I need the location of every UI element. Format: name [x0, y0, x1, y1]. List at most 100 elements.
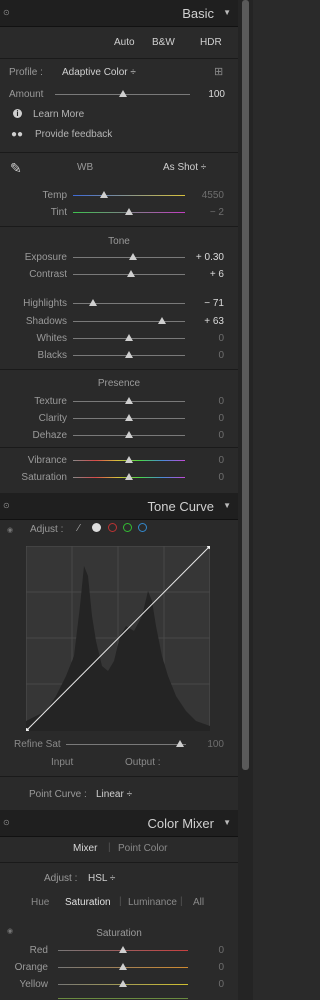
- panel-scrollbar[interactable]: [238, 0, 253, 1000]
- profile-label: Profile :: [9, 67, 43, 78]
- eye-icon[interactable]: ⊙: [3, 818, 10, 827]
- shadows-thumb[interactable]: [158, 317, 166, 324]
- contrast-value[interactable]: + 6: [190, 269, 224, 280]
- tone-heading: Tone: [108, 236, 130, 247]
- parametric-curve-icon[interactable]: ⁄: [78, 523, 80, 534]
- bw-button[interactable]: B&W: [152, 37, 175, 48]
- refine-sat-value[interactable]: 100: [190, 739, 224, 750]
- amount-value[interactable]: 100: [191, 89, 225, 100]
- highlights-label: Highlights: [23, 298, 67, 309]
- learn-more-link[interactable]: Learn More: [33, 109, 84, 120]
- texture-value[interactable]: 0: [190, 396, 224, 407]
- basic-panel-header[interactable]: ⊙ Basic ▼: [0, 0, 238, 27]
- tab-hue[interactable]: Hue: [31, 897, 49, 908]
- blacks-value[interactable]: 0: [190, 350, 224, 361]
- clarity-thumb[interactable]: [125, 414, 133, 421]
- vibrance-thumb[interactable]: [125, 456, 133, 463]
- yellow-value[interactable]: 0: [190, 979, 224, 990]
- dehaze-thumb[interactable]: [125, 431, 133, 438]
- input-label: Input: [51, 757, 74, 768]
- blacks-label: Blacks: [37, 350, 67, 361]
- green-slider[interactable]: [58, 998, 188, 999]
- highlights-value[interactable]: − 71: [190, 298, 224, 309]
- tab-all[interactable]: All: [193, 897, 204, 908]
- collapse-triangle-icon[interactable]: ▼: [223, 818, 231, 827]
- texture-thumb[interactable]: [125, 397, 133, 404]
- yellow-label: Yellow: [19, 979, 48, 990]
- clarity-value[interactable]: 0: [190, 413, 224, 424]
- tint-thumb[interactable]: [125, 208, 133, 215]
- saturation-heading: Saturation: [96, 928, 142, 939]
- tint-value[interactable]: − 2: [190, 207, 224, 218]
- orange-thumb[interactable]: [119, 963, 127, 970]
- amount-thumb[interactable]: [119, 90, 127, 97]
- texture-label: Texture: [34, 396, 67, 407]
- saturation-thumb[interactable]: [125, 473, 133, 480]
- tab-saturation[interactable]: Saturation: [65, 897, 111, 908]
- red-channel-icon[interactable]: [108, 523, 117, 532]
- point-curve-rgb-icon[interactable]: [92, 523, 101, 532]
- basic-title: Basic: [182, 6, 214, 21]
- vibrance-value[interactable]: 0: [190, 455, 224, 466]
- dehaze-value[interactable]: 0: [190, 430, 224, 441]
- temp-thumb[interactable]: [100, 191, 108, 198]
- wb-select[interactable]: As Shot ÷: [163, 162, 206, 173]
- color-mixer-title: Color Mixer: [147, 816, 214, 831]
- mixer-adjust-label: Adjust :: [44, 873, 78, 884]
- red-thumb[interactable]: [119, 946, 127, 953]
- wb-label: WB: [77, 162, 94, 173]
- exposure-thumb[interactable]: [129, 253, 137, 260]
- tab-mixer[interactable]: Mixer: [73, 843, 97, 854]
- hdr-button[interactable]: HDR: [200, 37, 222, 48]
- scrollbar-thumb[interactable]: [242, 0, 249, 770]
- shadows-slider[interactable]: [73, 321, 185, 322]
- feedback-icon: ●●: [11, 129, 24, 140]
- eye-icon[interactable]: ⊙: [3, 8, 10, 17]
- tab-point-color[interactable]: Point Color: [118, 843, 167, 854]
- green-channel-icon[interactable]: [123, 523, 132, 532]
- provide-feedback-link[interactable]: Provide feedback: [35, 129, 112, 140]
- tab-luminance[interactable]: Luminance: [128, 897, 177, 908]
- temp-slider[interactable]: [73, 195, 185, 196]
- target-adjust-icon[interactable]: ◉: [7, 526, 13, 534]
- blue-channel-icon[interactable]: [138, 523, 147, 532]
- orange-value[interactable]: 0: [190, 962, 224, 973]
- whites-thumb[interactable]: [125, 334, 133, 341]
- profile-browser-icon[interactable]: ⊞: [214, 65, 223, 78]
- temp-value[interactable]: 4550: [190, 190, 224, 201]
- tint-label: Tint: [50, 207, 67, 218]
- highlights-thumb[interactable]: [89, 299, 97, 306]
- eye-icon[interactable]: ⊙: [3, 501, 10, 510]
- presence-heading: Presence: [97, 378, 141, 389]
- profile-select[interactable]: Adaptive Color ÷: [62, 67, 136, 78]
- refine-sat-thumb[interactable]: [176, 740, 184, 747]
- auto-button[interactable]: Auto: [114, 37, 135, 48]
- contrast-thumb[interactable]: [127, 270, 135, 277]
- output-label: Output :: [125, 757, 161, 768]
- vibrance-label: Vibrance: [27, 455, 67, 466]
- point-curve-select[interactable]: Linear ÷: [96, 789, 132, 800]
- exposure-value[interactable]: + 0.30: [190, 252, 224, 263]
- dehaze-label: Dehaze: [32, 430, 67, 441]
- yellow-thumb[interactable]: [119, 980, 127, 987]
- tone-curve-panel-header[interactable]: ⊙ Tone Curve ▼: [0, 493, 238, 520]
- exposure-label: Exposure: [24, 252, 67, 263]
- color-mixer-panel-header[interactable]: ⊙ Color Mixer ▼: [0, 810, 238, 837]
- whites-value[interactable]: 0: [190, 333, 224, 344]
- collapse-triangle-icon[interactable]: ▼: [223, 501, 231, 510]
- refine-sat-slider[interactable]: [66, 744, 186, 745]
- shadows-value[interactable]: + 63: [190, 316, 224, 327]
- whites-label: Whites: [36, 333, 67, 344]
- info-icon: i: [13, 109, 22, 118]
- curve-adjust-label: Adjust :: [30, 524, 64, 535]
- saturation-value[interactable]: 0: [190, 472, 224, 483]
- collapse-triangle-icon[interactable]: ▼: [223, 8, 231, 17]
- red-value[interactable]: 0: [190, 945, 224, 956]
- mixer-adjust-select[interactable]: HSL ÷: [88, 873, 115, 884]
- red-label: Red: [29, 945, 48, 956]
- orange-label: Orange: [14, 962, 48, 973]
- tone-curve-graph[interactable]: [26, 546, 210, 731]
- eyedropper-icon[interactable]: ✎: [10, 160, 22, 177]
- temp-label: Temp: [42, 190, 67, 201]
- blacks-thumb[interactable]: [125, 351, 133, 358]
